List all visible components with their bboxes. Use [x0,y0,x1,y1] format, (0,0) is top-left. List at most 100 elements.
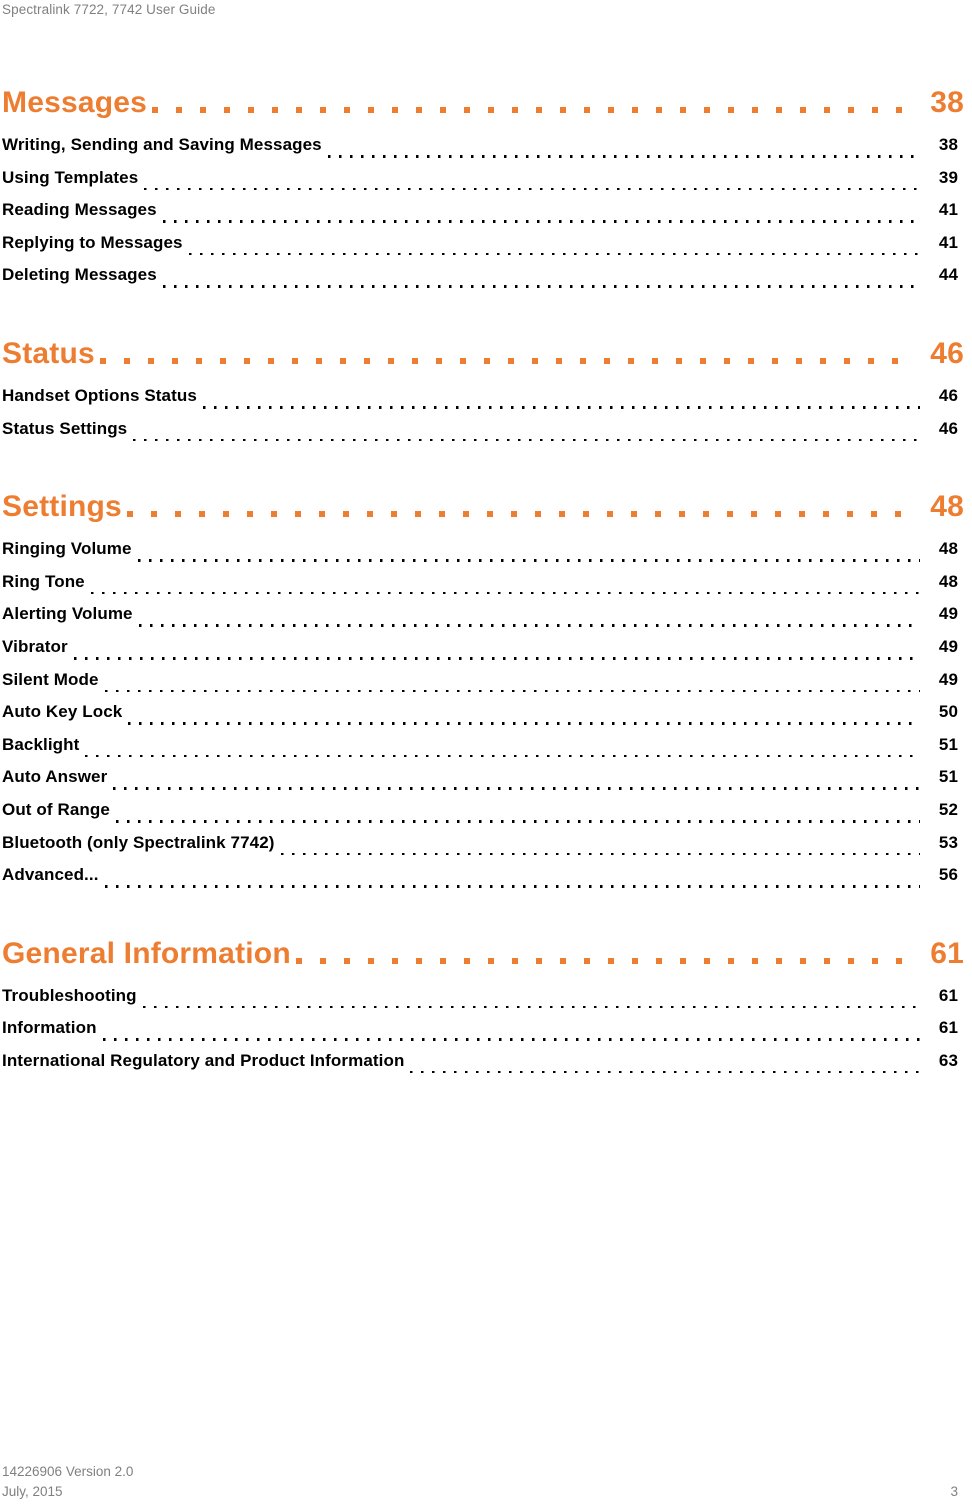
toc-entry-title: Deleting Messages [2,265,157,285]
toc-entry-page-number: 61 [938,985,958,1005]
dot-leader [128,712,920,729]
toc-entry-row[interactable]: Writing, Sending and Saving Messages 38 [2,129,964,162]
dot-leader [104,875,920,892]
toc-entry-title: International Regulatory and Product Inf… [2,1050,405,1070]
toc-entry-row[interactable]: Bluetooth (only Spectralink 7742) 53 [2,827,964,860]
dot-leader [126,496,913,526]
toc-entry-row[interactable]: Information 61 [2,1012,964,1045]
dot-leader [90,581,920,598]
toc-entry-page-number: 39 [938,167,958,187]
toc-entry-title: Writing, Sending and Saving Messages [2,135,322,154]
dot-leader [327,145,920,162]
footer-document-number: 14226906 Version 2.0 [2,1464,134,1479]
toc-entry-page-number: 48 [938,571,958,591]
toc-group: Status 46 Handset Options Status 46 Status S… [2,335,964,445]
toc-entry-row[interactable]: Using Templates 39 [2,162,964,195]
toc-section-title: Settings [2,490,122,524]
toc-entry-row[interactable]: Backlight 51 [2,729,964,762]
table-of-contents: Messages 38 Writing, Sending and Saving Me… [2,84,964,1077]
toc-entry-title: Information [2,1018,97,1038]
toc-entry-title: Using Templates [2,167,139,187]
dot-leader [133,428,920,445]
dot-leader [104,679,921,696]
toc-section-page-number: 48 [930,490,964,524]
toc-entry-page-number: 48 [938,539,958,559]
toc-entry-row[interactable]: International Regulatory and Product Inf… [2,1045,964,1078]
toc-entry-title: Bluetooth (only Spectralink 7742) [2,832,275,852]
toc-section-row[interactable]: Messages 38 [2,84,964,122]
dot-leader [144,177,920,194]
toc-entry-title: Ringing Volume [2,539,132,559]
toc-entry-row[interactable]: Handset Options Status 46 [2,380,964,413]
toc-entry-page-number: 61 [938,1018,958,1038]
toc-entry-row[interactable]: Replying to Messages 41 [2,227,964,260]
toc-entry-title: Advanced... [2,865,99,885]
toc-entry-page-number: 51 [938,734,958,754]
toc-section-row[interactable]: Status 46 [2,335,964,373]
toc-entry-row[interactable]: Ringing Volume 48 [2,533,964,566]
toc-entry-title: Ring Tone [2,571,85,591]
toc-entry-title: Troubleshooting [2,985,137,1005]
toc-section-row[interactable]: Settings 48 [2,488,964,526]
toc-entry-page-number: 41 [938,200,958,220]
dot-leader [280,842,920,859]
toc-entry-row[interactable]: Auto Key Lock 50 [2,696,964,729]
toc-entry-row[interactable]: Ring Tone 48 [2,566,964,599]
toc-entry-page-number: 41 [938,232,958,252]
dot-leader [99,343,913,373]
toc-entry-row[interactable]: Silent Mode 49 [2,664,964,697]
dot-leader [188,242,920,259]
toc-section-page-number: 38 [930,86,964,119]
footer-page-number: 3 [950,1484,958,1499]
toc-entry-row[interactable]: Status Settings 46 [2,413,964,446]
toc-group: Messages 38 Writing, Sending and Saving Me… [2,84,964,292]
toc-entry-list: Writing, Sending and Saving Messages 38 Us… [2,129,964,292]
toc-entry-page-number: 52 [938,799,958,819]
page-footer: 14226906 Version 2.0 July, 2015 3 [2,1456,970,1504]
dot-leader [85,744,920,761]
toc-entry-title: Alerting Volume [2,604,133,624]
dot-leader [202,396,920,413]
toc-entry-title: Out of Range [2,799,110,819]
toc-entry-title: Replying to Messages [2,232,183,252]
page: Spectralink 7722, 7742 User Guide Messag… [0,0,972,1512]
toc-entry-list: Ringing Volume 48 Ring Tone 48 Alerting Volu… [2,533,964,892]
toc-entry-page-number: 49 [938,636,958,656]
dot-leader [410,1060,920,1077]
dot-leader [115,810,920,827]
toc-entry-row[interactable]: Advanced... 56 [2,859,964,892]
toc-entry-row[interactable]: Alerting Volume 49 [2,598,964,631]
toc-entry-title: Backlight [2,734,80,754]
toc-entry-page-number: 63 [938,1050,958,1070]
toc-entry-title: Handset Options Status [2,385,197,405]
toc-entry-title: Auto Answer [2,767,108,787]
toc-section-row[interactable]: General Information 61 [2,935,964,973]
toc-entry-list: Handset Options Status 46 Status Settings 4… [2,380,964,445]
dot-leader [73,647,920,664]
toc-entry-row[interactable]: Vibrator 49 [2,631,964,664]
toc-entry-page-number: 50 [938,702,958,722]
toc-entry-page-number: 53 [938,832,958,852]
dot-leader [113,777,920,794]
toc-section-title: Status [2,336,95,370]
footer-document-info: 14226906 Version 2.0 July, 2015 [2,1462,133,1502]
toc-entry-page-number: 49 [938,604,958,624]
toc-entry-row[interactable]: Out of Range 52 [2,794,964,827]
toc-entry-page-number: 46 [938,385,958,405]
toc-section-page-number: 46 [930,336,964,370]
toc-entry-row[interactable]: Deleting Messages 44 [2,259,964,292]
toc-entry-page-number: 56 [938,865,958,885]
toc-entry-row[interactable]: Reading Messages 41 [2,194,964,227]
toc-section-page-number: 61 [930,936,964,970]
running-header: Spectralink 7722, 7742 User Guide [2,2,216,17]
toc-entry-page-number: 49 [938,669,958,689]
dot-leader [162,275,920,292]
dot-leader [142,995,920,1012]
dot-leader [138,614,920,631]
toc-entry-list: Troubleshooting 61 Information 61 Internatio… [2,980,964,1078]
toc-entry-page-number: 38 [938,135,958,154]
dot-leader [102,1028,920,1045]
toc-section-title: Messages [2,86,148,119]
toc-entry-row[interactable]: Auto Answer 51 [2,761,964,794]
toc-entry-row[interactable]: Troubleshooting 61 [2,980,964,1013]
